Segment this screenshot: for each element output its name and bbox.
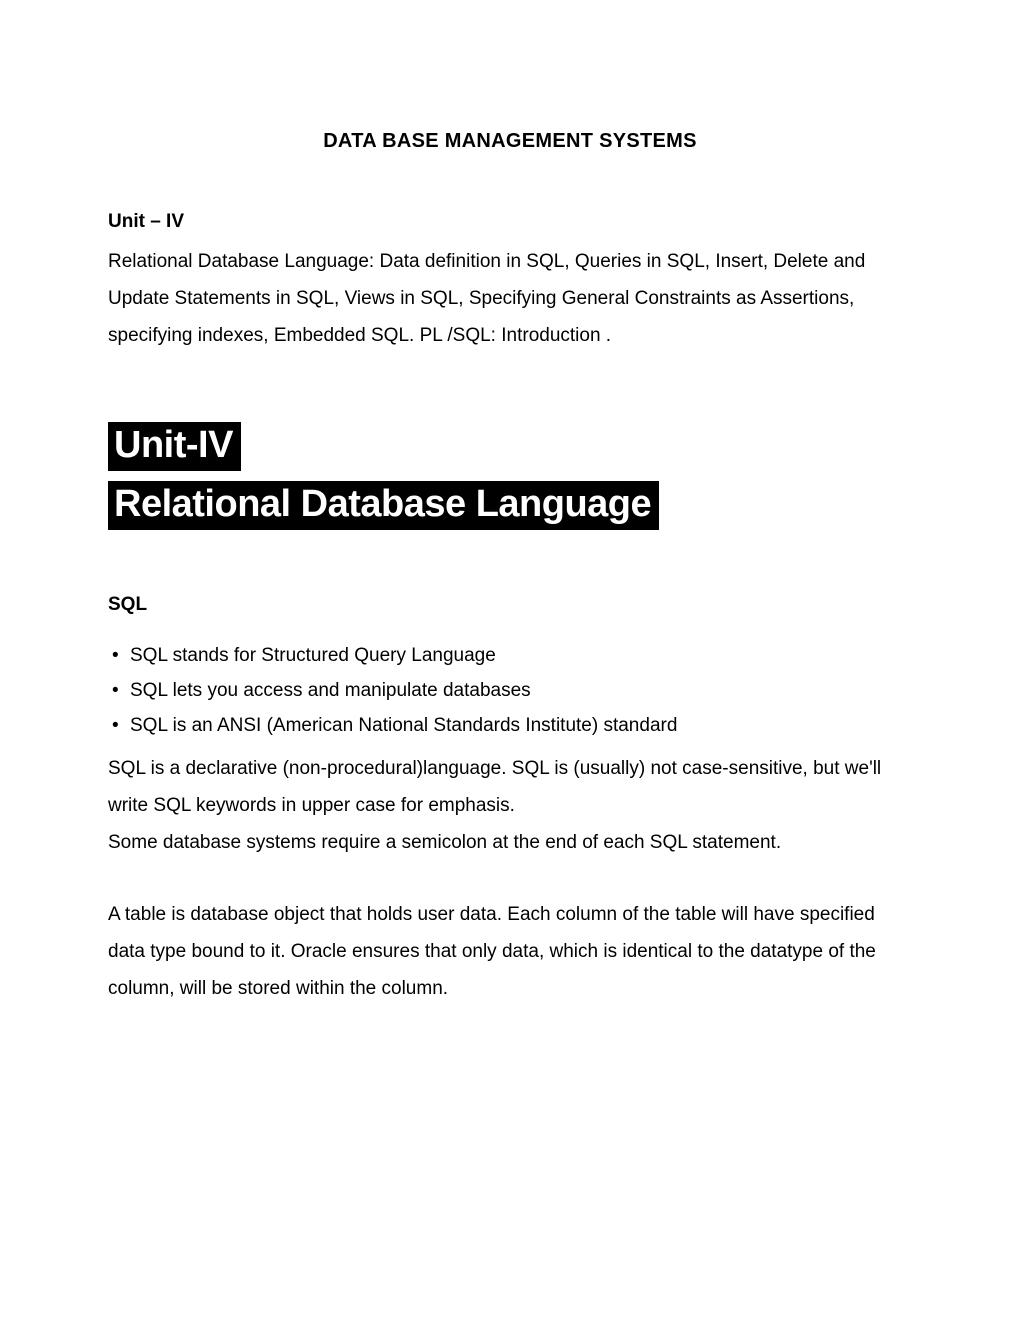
body-paragraph: SQL is a declarative (non-procedural)lan…	[108, 750, 912, 861]
section-heading-unit: Unit-IV	[108, 422, 241, 471]
list-item: SQL lets you access and manipulate datab…	[108, 673, 912, 708]
sql-bullets: SQL stands for Structured Query Language…	[108, 638, 912, 743]
body-paragraph: A table is database object that holds us…	[108, 896, 912, 1007]
list-item: SQL is an ANSI (American National Standa…	[108, 708, 912, 743]
document-title: DATA BASE MANAGEMENT SYSTEMS	[108, 130, 912, 153]
section-heading-topic: Relational Database Language	[108, 481, 659, 530]
sql-subheading: SQL	[108, 594, 912, 616]
unit-label: Unit – IV	[108, 211, 912, 233]
list-item: SQL stands for Structured Query Language	[108, 638, 912, 673]
syllabus-description: Relational Database Language: Data defin…	[108, 243, 912, 354]
